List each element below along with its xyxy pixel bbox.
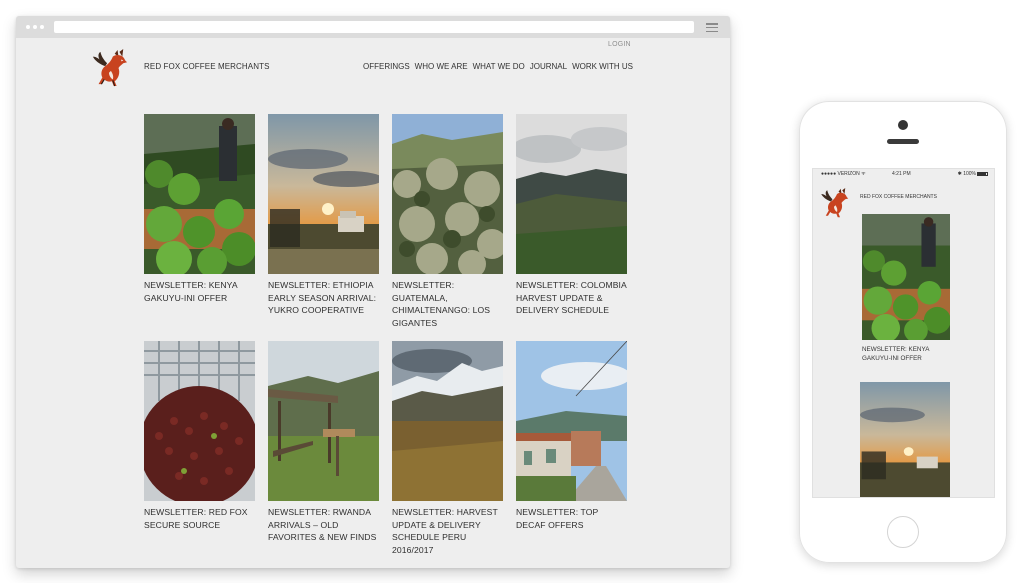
nav-what-we-do[interactable]: WHAT WE DO [473,62,525,71]
nav-offerings[interactable]: OFFERINGS [363,62,410,71]
carrier-label: ●●●●● VERIZON ᯤ [821,171,866,177]
status-bar: ●●●●● VERIZON ᯤ 4:21 PM ✱ 100% [813,169,994,179]
battery-label: ✱ 100% [957,171,976,177]
post-image-kenya[interactable] [144,114,255,274]
post-card[interactable]: NEWSLETTER: RED FOX SECURE SOURCE [144,341,255,568]
post-title[interactable]: NEWSLETTER: HARVEST UPDATE & DELIVERY SC… [392,506,503,556]
post-title[interactable]: NEWSLETTER: RED FOX SECURE SOURCE [144,506,255,531]
post-title[interactable]: NEWSLETTER: TOP DECAF OFFERS [516,506,627,531]
post-card[interactable]: NEWSLETTER: COLOMBIA HARVEST UPDATE & DE… [516,114,627,341]
nav-who-we-are[interactable]: WHO WE ARE [415,62,468,71]
phone-mockup: ●●●●● VERIZON ᯤ 4:21 PM ✱ 100% RED FOX C… [799,101,1007,563]
post-image-peru[interactable] [392,341,503,501]
brand-name[interactable]: RED FOX COFFEE MERCHANTS [144,62,270,71]
post-image-decaf[interactable] [516,341,627,501]
earpiece-speaker [887,139,919,144]
post-card[interactable]: NEWSLETTER: GUATEMALA, CHIMALTENANGO: LO… [392,114,503,341]
desktop-browser-mockup: LOGIN RED FOX COFFEE MERCHANTS OFFERINGS… [16,16,730,568]
post-image-colombia[interactable] [516,114,627,274]
nav-journal[interactable]: JOURNAL [530,62,567,71]
post-title[interactable]: NEWSLETTER: RWANDA ARRIVALS – OLD FAVORI… [268,506,379,544]
post-image-ethiopia[interactable] [268,114,379,274]
post-card[interactable]: NEWSLETTER: RWANDA ARRIVALS – OLD FAVORI… [268,341,379,568]
post-image-secure-source[interactable] [144,341,255,501]
address-bar[interactable] [54,21,694,33]
status-time: 4:21 PM [892,171,911,177]
post-card[interactable]: NEWSLETTER: HARVEST UPDATE & DELIVERY SC… [392,341,503,568]
post-title[interactable]: NEWSLETTER: GUATEMALA, CHIMALTENANGO: LO… [392,279,503,329]
browser-toolbar [16,16,730,38]
window-controls [26,25,44,29]
mobile-post-image-kenya[interactable] [862,214,950,340]
mobile-brand-name[interactable]: RED FOX COFFEE MERCHANTS [860,194,937,200]
mobile-post-image-ethiopia[interactable] [860,382,950,498]
post-image-rwanda[interactable] [268,341,379,501]
post-title[interactable]: NEWSLETTER: ETHIOPIA EARLY SEASON ARRIVA… [268,279,379,317]
journal-post-grid: NEWSLETTER: KENYA GAKUYU-INI OFFER NEWSL… [144,114,628,568]
mobile-post-title[interactable]: NEWSLETTER: KENYA GAKUYU-INI OFFER [862,345,952,364]
main-navigation: OFFERINGS WHO WE ARE WHAT WE DO JOURNAL … [363,62,633,71]
battery-status: ✱ 100% [958,171,988,177]
front-camera-icon [898,120,908,130]
battery-icon [977,171,988,176]
nav-work-with-us[interactable]: WORK WITH US [572,62,633,71]
post-title[interactable]: NEWSLETTER: COLOMBIA HARVEST UPDATE & DE… [516,279,627,317]
post-title[interactable]: NEWSLETTER: KENYA GAKUYU-INI OFFER [144,279,255,304]
phone-screen: ●●●●● VERIZON ᯤ 4:21 PM ✱ 100% RED FOX C… [812,168,995,498]
fox-logo-icon[interactable] [90,48,128,88]
fox-logo-icon[interactable] [819,187,849,219]
post-card[interactable]: NEWSLETTER: ETHIOPIA EARLY SEASON ARRIVA… [268,114,379,341]
login-link[interactable]: LOGIN [608,41,631,48]
post-card[interactable]: NEWSLETTER: TOP DECAF OFFERS [516,341,627,568]
home-button[interactable] [887,516,919,548]
post-card[interactable]: NEWSLETTER: KENYA GAKUYU-INI OFFER [144,114,255,341]
hamburger-menu-icon[interactable] [706,23,718,32]
post-image-guatemala[interactable] [392,114,503,274]
